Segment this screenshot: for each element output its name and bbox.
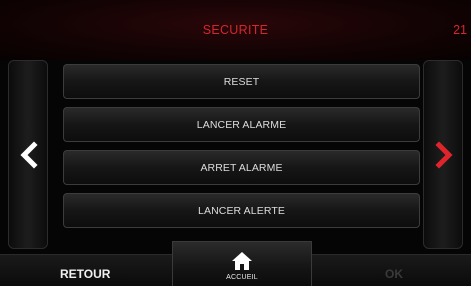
home-icon (232, 252, 252, 270)
clock: 21 (453, 23, 467, 37)
chevron-left-icon (20, 140, 38, 169)
next-page-button[interactable] (423, 60, 463, 249)
ok-button: OK (385, 267, 403, 281)
home-label: ACCUEIL (226, 274, 258, 281)
menu-item-label: LANCER ALARME (196, 118, 287, 131)
menu-item-label: RESET (223, 75, 260, 88)
screen: SECURITE 21 RESET LANCER ALARME ARRET AL… (0, 0, 471, 286)
page-title: SECURITE (202, 23, 269, 37)
menu-list: RESET LANCER ALARME ARRET ALARME LANCER … (63, 64, 420, 236)
menu-item-lancer-alerte[interactable]: LANCER ALERTE (63, 193, 420, 228)
menu-item-label: LANCER ALERTE (198, 204, 285, 217)
home-button[interactable]: ACCUEIL (172, 241, 312, 286)
menu-item-reset[interactable]: RESET (63, 64, 420, 99)
back-button[interactable]: RETOUR (60, 267, 110, 281)
menu-item-label: ARRET ALARME (200, 161, 283, 174)
header-bar: SECURITE 21 (0, 0, 471, 60)
chevron-right-icon (435, 140, 453, 169)
menu-item-arret-alarme[interactable]: ARRET ALARME (63, 150, 420, 185)
prev-page-button[interactable] (8, 60, 48, 249)
menu-item-lancer-alarme[interactable]: LANCER ALARME (63, 107, 420, 142)
